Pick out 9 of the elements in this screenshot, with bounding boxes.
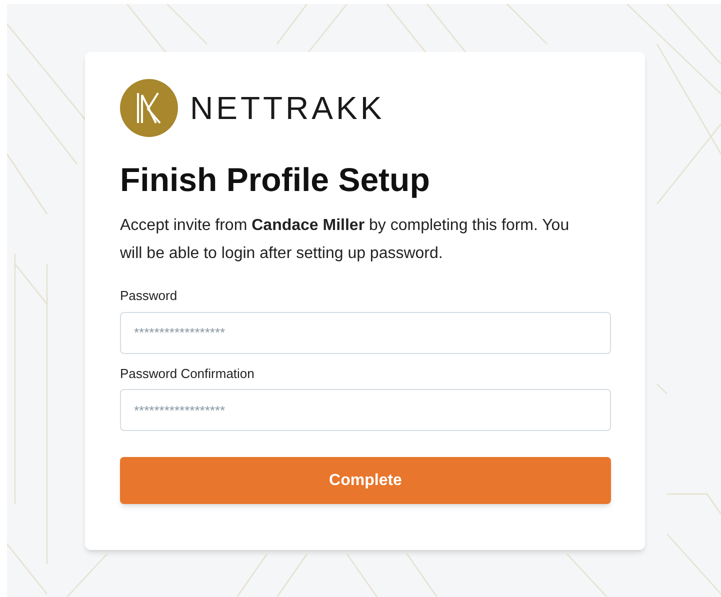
logo-icon (120, 79, 178, 137)
intro-text: Accept invite from Candace Miller by completing this form. You will be able to login after setting up password. (120, 216, 570, 264)
page-title: Finish Profile Setup (120, 160, 431, 200)
field-label: Password (120, 287, 178, 306)
password-field[interactable]: ****************** (120, 312, 611, 354)
brand-name: NETTRAKK (190, 92, 385, 124)
complete-button[interactable]: Complete (120, 457, 611, 504)
password-field[interactable]: ****************** (120, 389, 611, 432)
field-label: Password Confirmation (120, 364, 256, 383)
